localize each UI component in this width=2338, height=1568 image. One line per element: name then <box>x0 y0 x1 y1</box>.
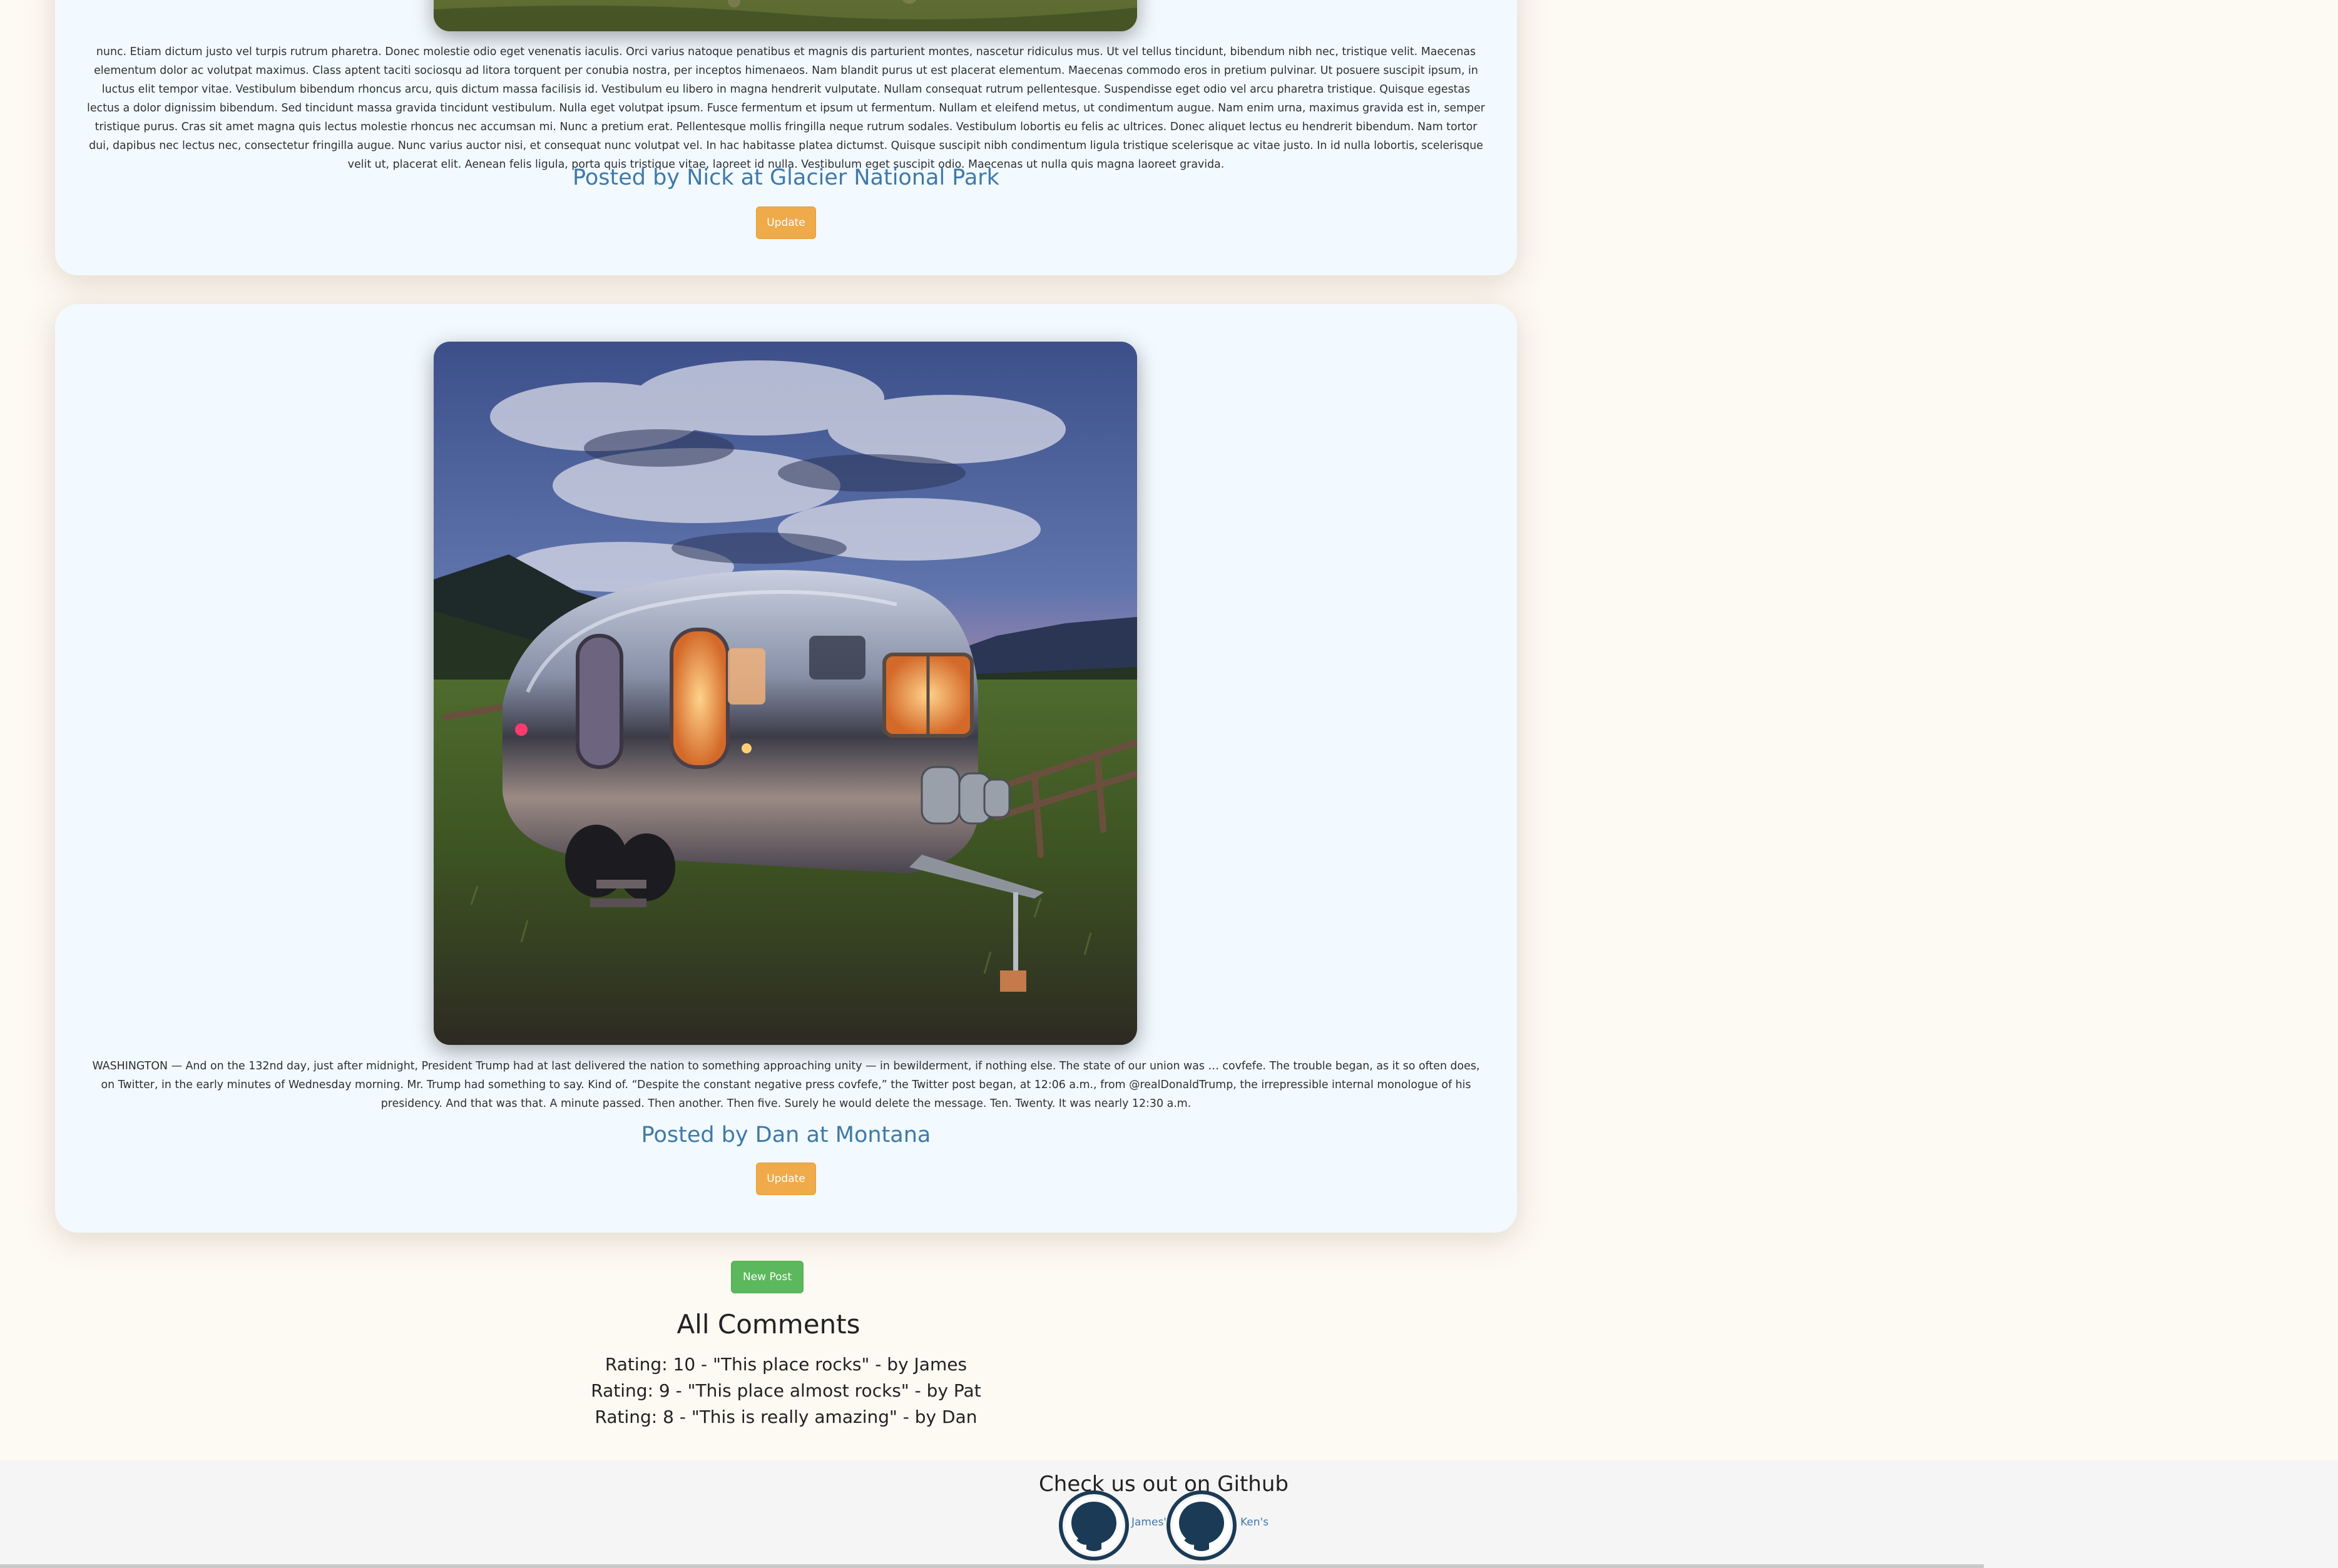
page: nunc. Etiam dictum justo vel turpis rutr… <box>0 0 2338 1568</box>
github-link-james[interactable]: James' <box>1059 1490 1169 1568</box>
comments-list: Rating: 10 - "This place rocks" - by Jam… <box>0 1352 1572 1430</box>
post-card: WASHINGTON — And on the 132nd day, just … <box>55 304 1517 1233</box>
post-photo <box>434 342 1137 1045</box>
post-author-location: Posted by Dan at Montana <box>641 1123 931 1148</box>
post-card: nunc. Etiam dictum justo vel turpis rutr… <box>55 0 1517 275</box>
comment-item: Rating: 9 - "This place almost rocks" - … <box>591 1380 981 1401</box>
update-button[interactable]: Update <box>756 206 816 239</box>
post-photo <box>434 0 1137 31</box>
comment-item: Rating: 8 - "This is really amazing" - b… <box>595 1407 978 1427</box>
github-link-ken[interactable]: Ken's <box>1166 1490 1277 1568</box>
github-link-label: James' <box>1131 1516 1166 1529</box>
comment-item: Rating: 10 - "This place rocks" - by Jam… <box>605 1354 967 1375</box>
post-author-location: Posted by Nick at Glacier National Park <box>573 165 999 190</box>
update-button[interactable]: Update <box>756 1163 816 1195</box>
comments-heading: All Comments <box>676 1309 860 1340</box>
github-icon <box>1166 1490 1237 1560</box>
airstream-trailer-photo <box>434 342 1137 1045</box>
post-body: nunc. Etiam dictum justo vel turpis rutr… <box>87 46 1485 171</box>
github-link-label: Ken's <box>1240 1516 1269 1529</box>
footer-divider <box>0 1564 1984 1568</box>
post-body: WASHINGTON — And on the 132nd day, just … <box>92 1060 1480 1110</box>
meadow-photo-strip <box>434 0 1137 31</box>
new-post-button[interactable]: New Post <box>731 1261 804 1293</box>
github-icon <box>1059 1490 1129 1560</box>
